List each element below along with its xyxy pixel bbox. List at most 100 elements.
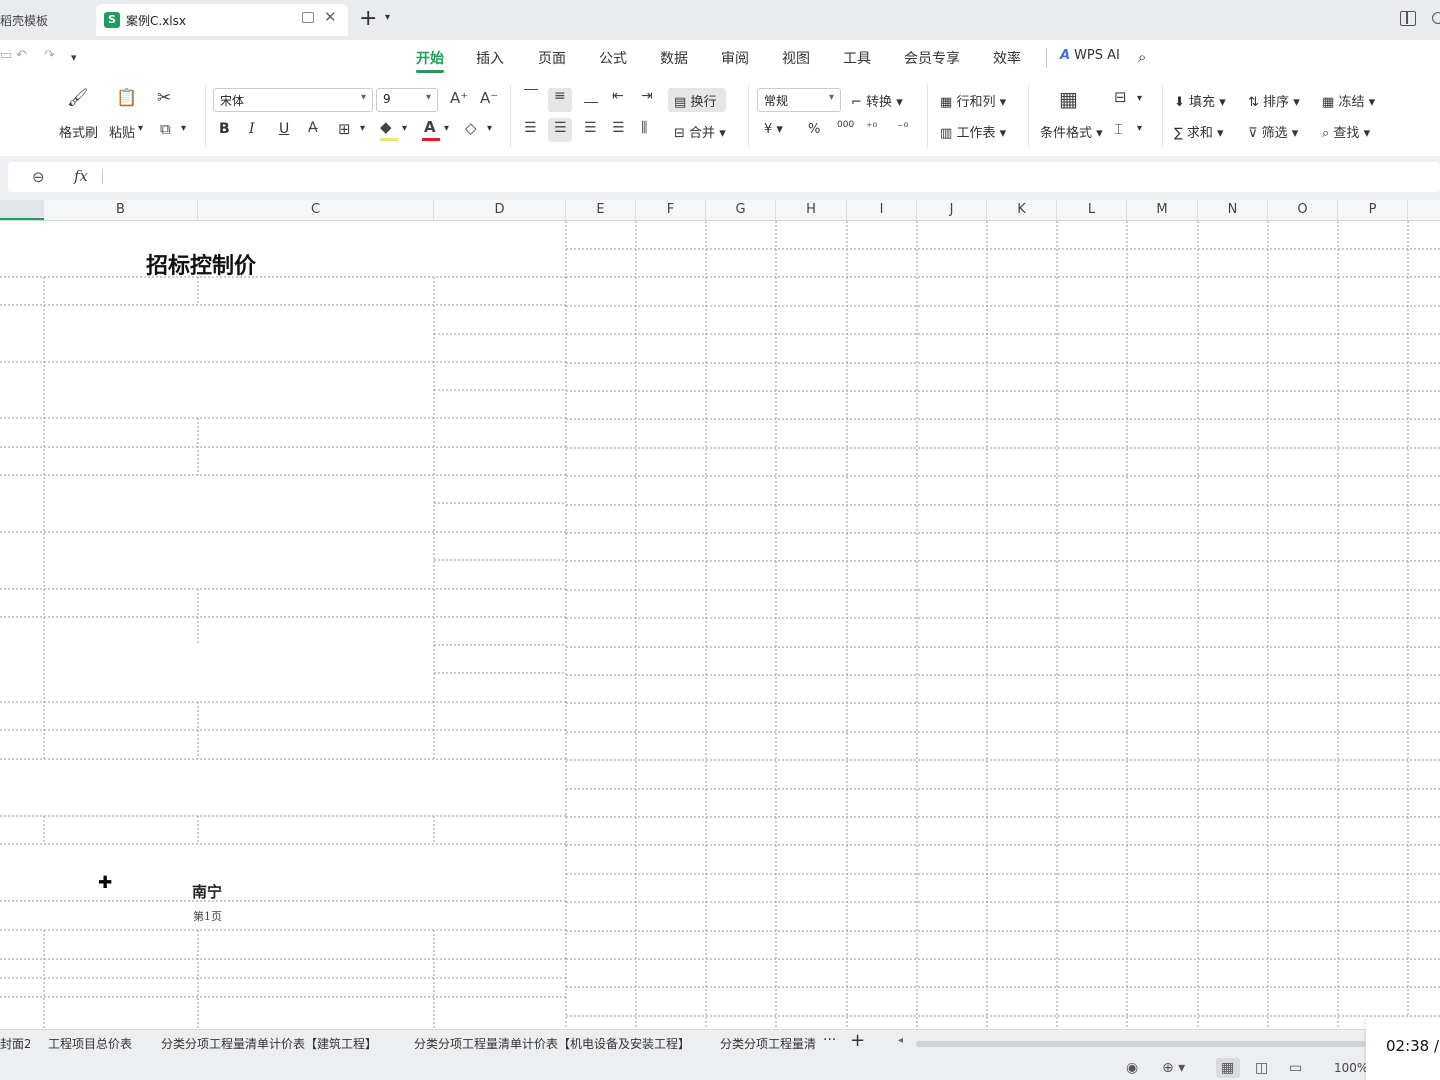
sheet-title-cell[interactable]: 招标控制价 <box>146 248 256 280</box>
add-sheet-icon[interactable]: + <box>850 1030 865 1051</box>
zoom-lookup-icon[interactable]: ⊖ <box>32 168 45 186</box>
fill-button[interactable]: ⬇ 填充 ▾ <box>1174 91 1226 110</box>
menu-formula[interactable]: 公式 <box>599 48 627 68</box>
font-color-dropdown-icon[interactable]: ▾ <box>444 123 449 134</box>
wrap-button[interactable]: ▤ 换行 <box>674 91 716 110</box>
currency-button[interactable]: ¥ ▾ <box>764 122 783 137</box>
worksheet-button[interactable]: ▥ 工作表 ▾ <box>940 122 1006 141</box>
font-size-select[interactable]: 9 ▾ <box>376 88 438 112</box>
search-icon[interactable]: ⌕ <box>1138 48 1146 66</box>
filter-button[interactable]: ⊽ 筛选 ▾ <box>1248 122 1298 141</box>
column-header-e[interactable]: E <box>566 200 636 220</box>
decrease-decimal-icon[interactable]: ⁻⁰ <box>897 120 908 134</box>
save-icon[interactable]: ▭ <box>0 48 12 63</box>
column-header-i[interactable]: I <box>847 200 917 220</box>
sheet-tab-building[interactable]: 分类分项工程量清单计价表【建筑工程】 <box>161 1035 377 1052</box>
conditional-format-button[interactable]: 条件格式 ▾ <box>1040 122 1103 141</box>
convert-button[interactable]: ⌐ 转换 ▾ <box>851 91 903 110</box>
paste-icon[interactable]: 📋 <box>116 88 137 108</box>
column-a-header[interactable] <box>0 200 44 220</box>
align-bottom-icon[interactable]: ⎽ <box>584 88 598 104</box>
menu-member[interactable]: 会员专享 <box>904 48 960 68</box>
tab-workbook[interactable]: S 案例C.xlsx ✕ <box>96 4 348 36</box>
strikethrough-icon[interactable]: A̶ <box>308 120 318 136</box>
spreadsheet-grid[interactable]: 招标控制价 南宁 第1页 ✚ <box>0 221 1440 1029</box>
menu-efficiency[interactable]: 效率 <box>993 48 1021 68</box>
sidebar-toggle-icon[interactable] <box>1400 11 1416 26</box>
increase-indent-icon[interactable]: ⇥ <box>641 88 653 104</box>
normal-view-icon[interactable]: ▦ <box>1221 1060 1234 1076</box>
more-sheets-icon[interactable]: ··· <box>823 1032 836 1048</box>
copy-icon[interactable]: ⧉ <box>160 120 171 138</box>
fill-color-icon[interactable]: ◆ <box>380 118 392 136</box>
underline-button[interactable]: U <box>279 121 289 137</box>
column-header-f[interactable]: F <box>636 200 706 220</box>
decrease-indent-icon[interactable]: ⇤ <box>612 88 624 104</box>
column-header-m[interactable]: M <box>1127 200 1198 220</box>
menu-insert[interactable]: 插入 <box>476 48 504 68</box>
increase-font-icon[interactable]: A⁺ <box>450 89 468 107</box>
cell-style-dropdown-icon[interactable]: ▾ <box>1137 93 1142 104</box>
column-header-n[interactable]: N <box>1198 200 1268 220</box>
copy-dropdown-icon[interactable]: ▾ <box>181 123 186 134</box>
table-style-icon[interactable]: ⌶ <box>1114 120 1123 138</box>
paste-dropdown-icon[interactable]: ▾ <box>138 123 143 134</box>
cell-style-icon[interactable]: ⊟ <box>1114 88 1127 106</box>
sort-button[interactable]: ⇅ 排序 ▾ <box>1248 91 1300 110</box>
eye-protection-icon[interactable]: ◉ <box>1126 1060 1138 1076</box>
sheet-tab-summary[interactable]: 工程项目总价表 <box>48 1035 132 1052</box>
formula-input[interactable]: ⊖ fx <box>8 162 1440 192</box>
view-mode-icon[interactable]: ⊕ ▾ <box>1162 1060 1185 1076</box>
bold-button[interactable]: B <box>219 121 230 137</box>
menu-page[interactable]: 页面 <box>538 48 566 68</box>
table-style-dropdown-icon[interactable]: ▾ <box>1137 123 1142 134</box>
menu-review[interactable]: 审阅 <box>721 48 749 68</box>
font-color-icon[interactable]: A <box>424 118 436 136</box>
zoom-level[interactable]: 100% <box>1334 1061 1368 1075</box>
border-dropdown-icon[interactable]: ▾ <box>360 123 365 134</box>
close-icon[interactable]: ✕ <box>324 8 337 26</box>
format-painter-label[interactable]: 格式刷 <box>59 122 98 141</box>
redo-icon[interactable]: ↷ <box>44 48 55 63</box>
column-header-b[interactable]: B <box>44 200 198 220</box>
align-center-icon[interactable]: ☰ <box>554 120 567 136</box>
clear-dropdown-icon[interactable]: ▾ <box>487 123 492 134</box>
menu-data[interactable]: 数据 <box>660 48 688 68</box>
city-cell[interactable]: 南宁 <box>192 881 222 902</box>
align-left-icon[interactable]: ☰ <box>524 120 537 136</box>
menu-view[interactable]: 视图 <box>782 48 810 68</box>
align-top-icon[interactable]: ⎺ <box>524 88 538 104</box>
column-header-c[interactable]: C <box>198 200 434 220</box>
percent-button[interactable]: % <box>808 122 820 137</box>
align-right-icon[interactable]: ☰ <box>584 120 597 136</box>
clear-format-icon[interactable]: ◇ <box>465 119 477 137</box>
column-header-d[interactable]: D <box>434 200 566 220</box>
number-format-select[interactable]: 常规 ▾ <box>757 88 841 112</box>
scroll-left-icon[interactable]: ◂ <box>898 1035 903 1046</box>
new-tab-icon[interactable]: + <box>359 6 377 31</box>
border-icon[interactable]: ⊞ <box>338 120 351 138</box>
freeze-button[interactable]: ▦ 冻结 ▾ <box>1322 91 1375 110</box>
italic-button[interactable]: I <box>249 121 255 137</box>
column-header-o[interactable]: O <box>1268 200 1338 220</box>
cut-icon[interactable]: ✂ <box>157 88 171 108</box>
find-button[interactable]: ⌕ 查找 ▾ <box>1322 122 1370 141</box>
page-number-cell[interactable]: 第1页 <box>193 908 222 924</box>
conditional-format-icon[interactable]: ▦ <box>1059 87 1078 111</box>
format-painter-icon[interactable]: 🖌 <box>67 88 89 108</box>
window-menu-icon[interactable] <box>1432 12 1440 24</box>
paste-label[interactable]: 粘贴 <box>109 122 135 141</box>
quick-access-dropdown-icon[interactable]: ▾ <box>71 51 77 64</box>
column-header-k[interactable]: K <box>987 200 1057 220</box>
chevron-down-icon[interactable]: ▾ <box>385 12 390 23</box>
function-icon[interactable]: fx <box>74 167 88 185</box>
thousands-button[interactable]: 000 <box>837 120 854 130</box>
column-header-l[interactable]: L <box>1057 200 1127 220</box>
column-header-g[interactable]: G <box>706 200 776 220</box>
distribute-icon[interactable]: ⫼ <box>641 120 647 136</box>
menu-home[interactable]: 开始 <box>416 48 444 68</box>
horizontal-scrollbar[interactable] <box>916 1041 1366 1047</box>
column-header-j[interactable]: J <box>917 200 987 220</box>
justify-icon[interactable]: ☰ <box>612 120 625 136</box>
sheet-tab-more-items[interactable]: 分类分项工程量清 <box>720 1035 816 1052</box>
